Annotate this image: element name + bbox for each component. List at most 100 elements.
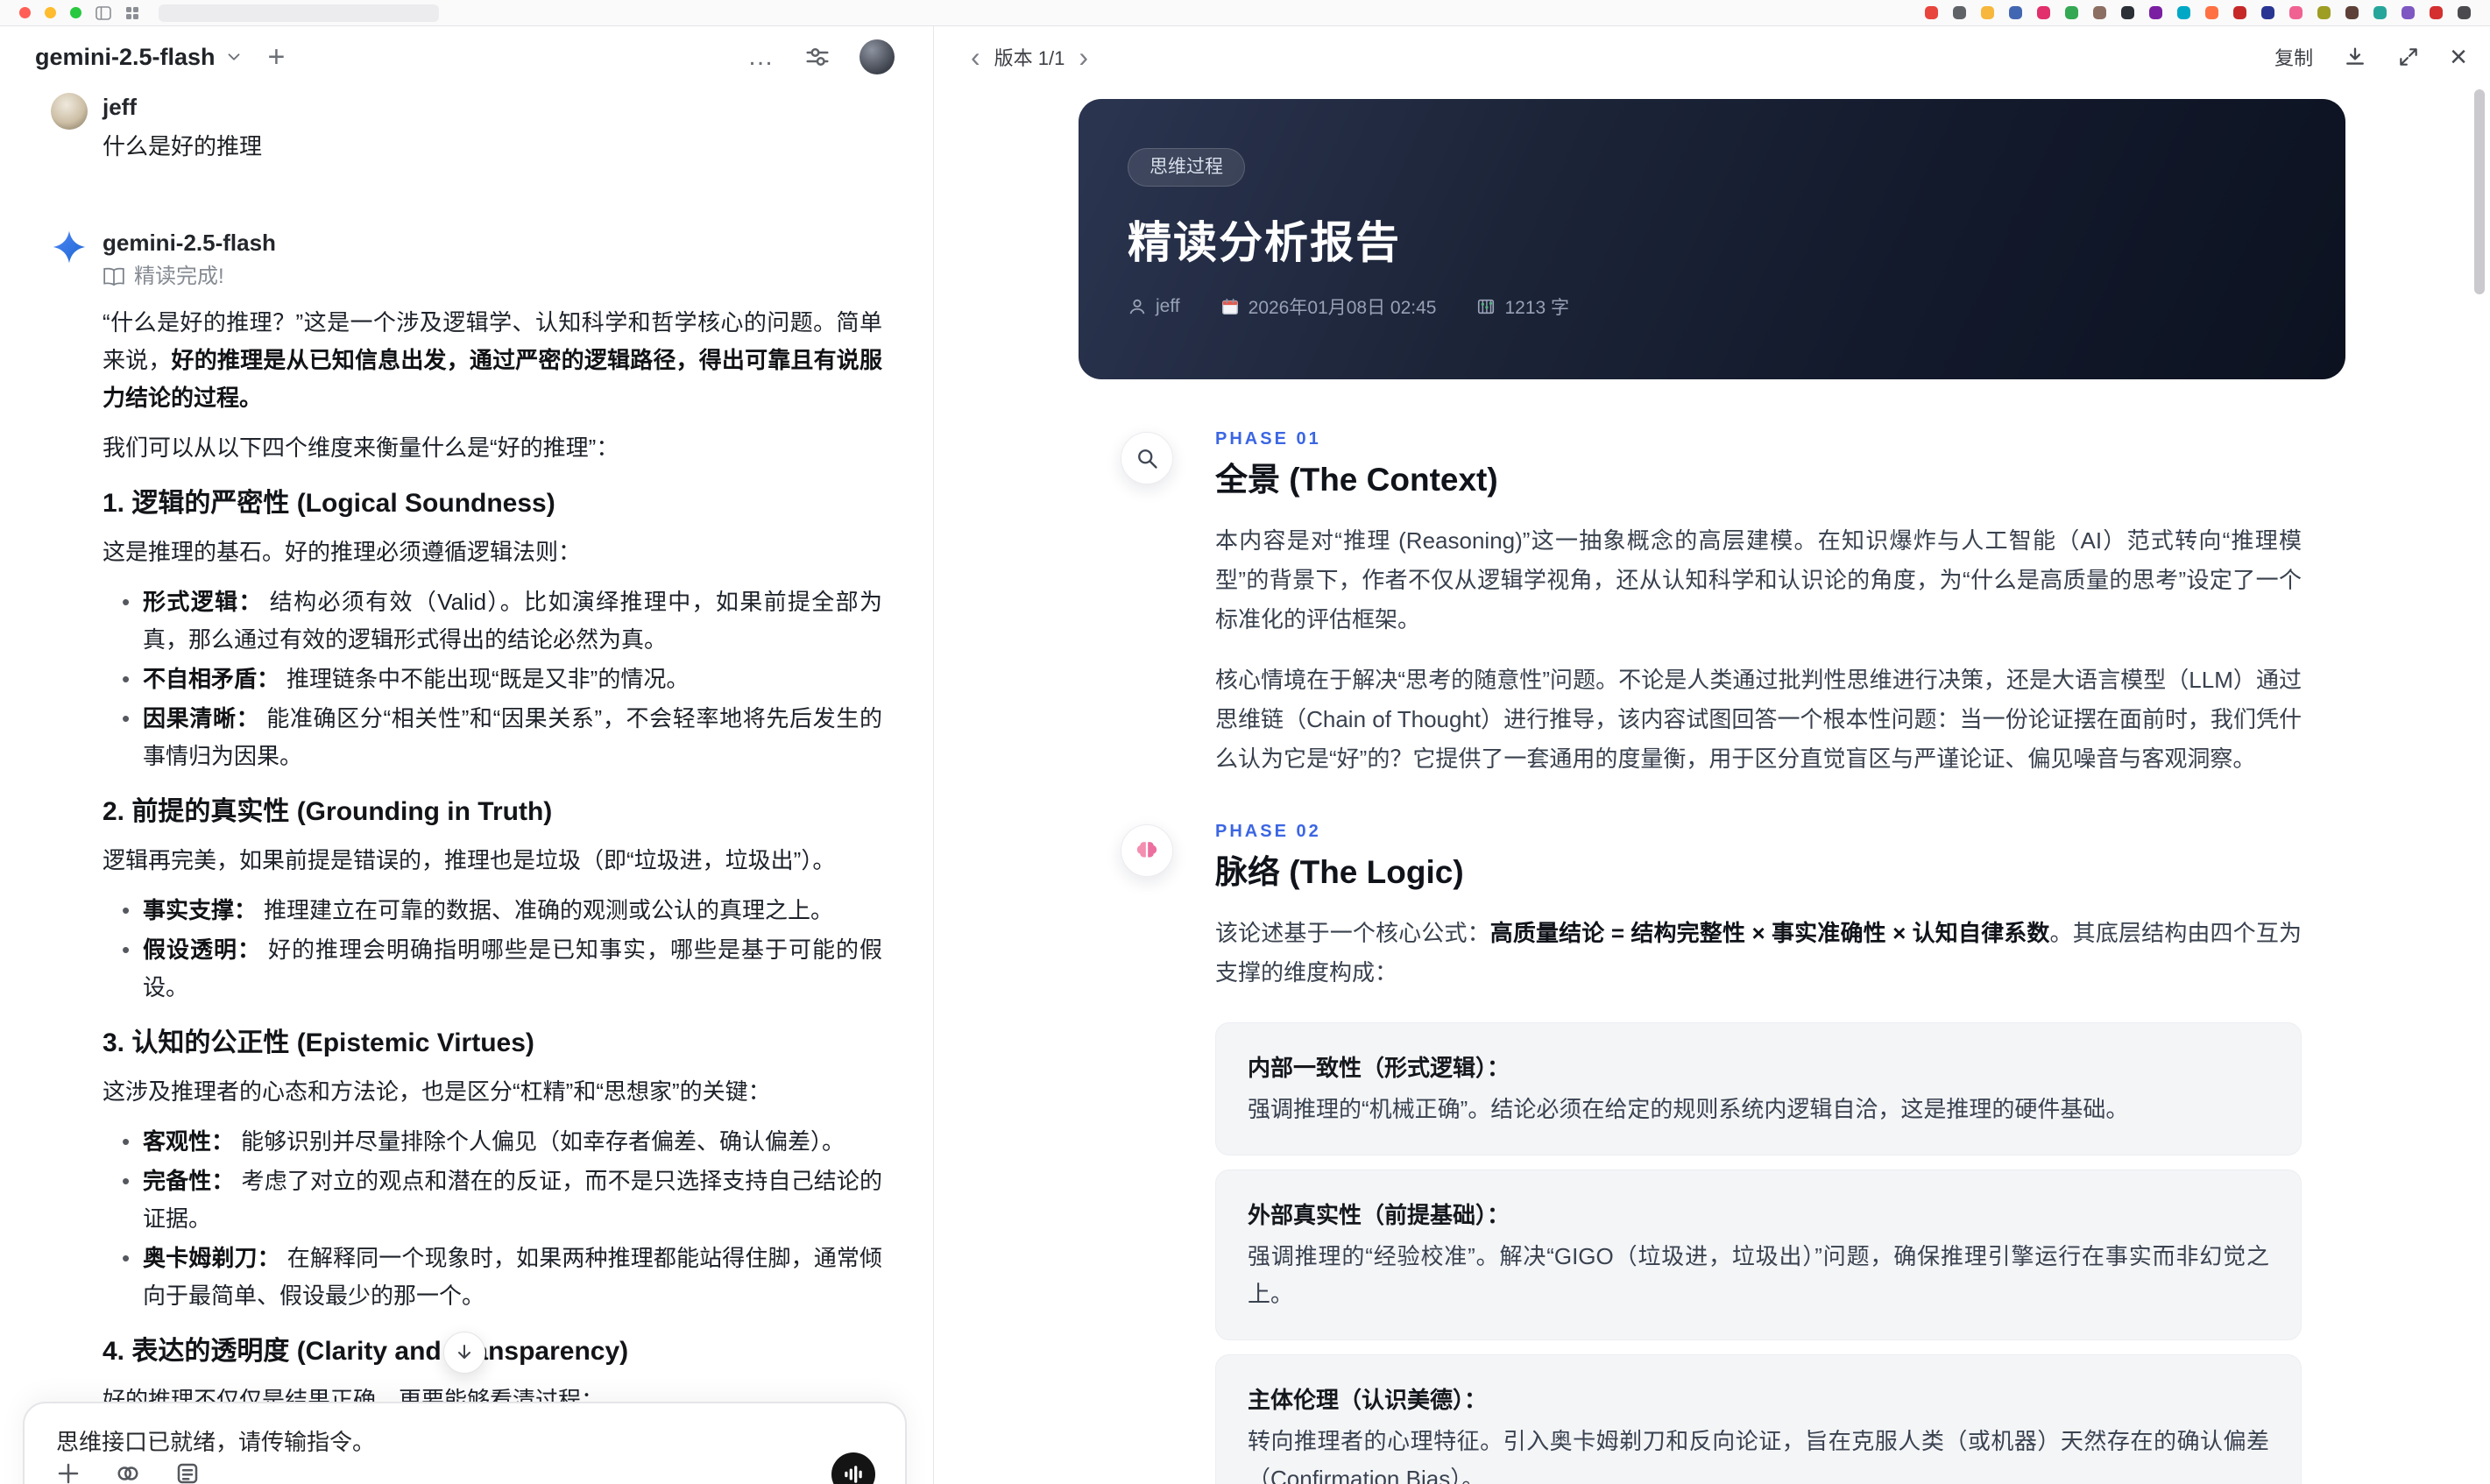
artifact-panel: ‹ 版本 1/1 › 复制 × 思维过程 精读分析报告 jeff 2026年01… [934,26,2490,1484]
close-window-button[interactable] [19,7,31,18]
plugins-button[interactable] [112,1458,144,1484]
bullet-list: 事实支撑：推理建立在可靠的数据、准确的观测或公认的真理之上。 假设透明：好的推理… [103,892,882,1007]
sidebar-toggle-icon[interactable] [95,5,111,20]
settings-sliders-button[interactable] [802,41,833,73]
meta-word-count: 1213 字 [1476,293,1569,320]
arrow-down-icon [458,1345,470,1359]
section-heading: 1. 逻辑的严密性 (Logical Soundness) [103,489,555,518]
model-name-label: gemini-2.5-flash [35,43,216,70]
extension-icon[interactable] [2009,6,2022,19]
chevron-down-icon [228,53,239,60]
chat-panel: gemini-2.5-flash + … jeff 什么是好的推理 gemini… [0,26,934,1484]
extension-icon[interactable] [1981,6,1994,19]
message-sender: gemini-2.5-flash [103,230,276,256]
book-icon [103,267,124,286]
section-intro: 这是推理的基石。好的推理必须遵循逻辑法则： [103,539,582,565]
extension-icon[interactable] [2205,6,2218,19]
phase-section-1: PHASE 01 全景 (The Context) 本内容是对“推理 (Reas… [1079,428,2345,779]
version-prev-button[interactable]: ‹ [971,43,980,71]
download-button[interactable] [2343,45,2367,69]
fullscreen-button[interactable] [2397,46,2420,68]
extension-icon[interactable] [2233,6,2246,19]
chat-messages[interactable]: jeff 什么是好的推理 gemini-2.5-flash 精读完成! “什么是… [0,88,933,1484]
attach-plus-button[interactable] [53,1458,84,1484]
extension-icon[interactable] [2065,6,2078,19]
extension-icon[interactable] [2149,6,2162,19]
user-avatar[interactable] [859,39,895,74]
section-heading: 2. 前提的真实性 (Grounding in Truth) [103,797,553,826]
phase-label: PHASE 02 [1215,822,1321,841]
search-icon [1121,432,1173,484]
extension-icon[interactable] [2121,6,2134,19]
avatar [51,93,88,130]
gemini-logo-icon [51,229,88,265]
section-intro: 这涉及推理者的心态和方法论，也是区分“杠精”和“思想家”的关键： [103,1078,771,1105]
composer-input[interactable]: 思维接口已就绪，请传输指令。 [56,1426,874,1458]
brain-icon [1121,824,1173,877]
report-title: 精读分析报告 [1128,218,1401,267]
phase-title: 脉络 (The Logic) [1215,854,1464,890]
report-meta: jeff 2026年01月08日 02:45 1213 字 [1128,293,2296,320]
plugin-knot-icon [117,1466,138,1480]
extension-icon[interactable] [2289,6,2303,19]
download-icon [2346,47,2365,65]
minimize-window-button[interactable] [45,7,56,18]
status-text: 精读完成! [134,265,224,288]
list-item: 奥卡姆剃刀：在解释同一个现象时，如果两种推理都能站得住脚，通常倾向于最简单、假设… [103,1240,882,1315]
list-item: 因果清晰：能准确区分“相关性”和“因果关系”，不会轻率地将先后发生的事情归为因果… [103,700,882,775]
section-heading: 3. 认知的公正性 (Epistemic Virtues) [103,1028,534,1057]
core-formula: 该论述基于一个核心公式：高质量结论 = 结构完整性 × 事实准确性 × 认知自律… [1215,920,2302,986]
extension-icon[interactable] [2177,6,2190,19]
phase-title: 全景 (The Context) [1215,462,1498,498]
more-options-button[interactable]: … [747,44,775,70]
list-item: 完备性：考虑了对立的观点和潜在的反证，而不是只选择支持自己结论的证据。 [103,1162,882,1238]
report-hero: 思维过程 精读分析报告 jeff 2026年01月08日 02:45 1213 … [1079,99,2345,379]
copy-button[interactable]: 复制 [2274,43,2313,71]
artifact-toolbar: ‹ 版本 1/1 › 复制 × [934,26,2490,88]
conversation-title[interactable]: gemini-2.5-flash [35,44,244,71]
plus-icon [58,1463,79,1484]
browser-tab[interactable] [159,4,439,22]
close-button[interactable]: × [2450,42,2467,72]
sliders-icon [806,48,829,66]
notes-button[interactable] [172,1458,203,1484]
extension-icon[interactable] [2345,6,2359,19]
browser-topbar [0,0,2490,26]
chat-header-actions: … [747,39,895,74]
section-intro: 逻辑再完美，如果前提是错误的，推理也是垃圾（即“垃圾进，垃圾出”）。 [103,847,836,873]
extension-icon[interactable] [1925,6,1938,19]
phase-paragraph: 本内容是对“推理 (Reasoning)”这一抽象概念的高层建模。在知识爆炸与人… [1215,527,2302,632]
extension-icon[interactable] [2402,6,2415,19]
dimension-cards: 内部一致性（形式逻辑）： 强调推理的“机械正确”。结论必须在给定的规则系统内逻辑… [1215,1022,2302,1484]
list-item: 客观性：能够识别并尽量排除个人偏见（如幸存者偏差、确认偏差）。 [103,1123,882,1161]
list-item: 不自相矛盾：推理链条中不能出现“既是又非”的情况。 [103,661,882,698]
extension-icon[interactable] [1953,6,1966,19]
dimension-card: 内部一致性（形式逻辑）： 强调推理的“机械正确”。结论必须在给定的规则系统内逻辑… [1215,1022,2302,1155]
phase-label: PHASE 01 [1215,429,1321,449]
zoom-window-button[interactable] [70,7,81,18]
phase-paragraph: 核心情境在于解决“思考的随意性”问题。不论是人类通过批判性思维进行决策，还是大语… [1215,667,2302,772]
extension-icon[interactable] [2261,6,2274,19]
scrollbar-thumb[interactable] [2474,89,2485,294]
scroll-to-bottom-button[interactable] [443,1332,485,1374]
extension-icon[interactable] [2373,6,2387,19]
version-switcher: ‹ 版本 1/1 › [971,43,1088,71]
message-text: 什么是好的推理 [103,133,263,159]
paragraph: “什么是好的推理？”这是一个涉及逻辑学、认知科学和哲学核心的问题。简单来说，好的… [103,309,882,411]
version-next-button[interactable]: › [1079,43,1088,71]
notebook-icon [177,1463,198,1484]
reading-status: 精读完成! [103,264,882,290]
dimension-card: 外部真实性（前提基础）： 强调推理的“经验校准”。解决“GIGO（垃圾进，垃圾出… [1215,1170,2302,1340]
composer-toolbar [53,1458,203,1484]
waveform-icon [845,1466,862,1483]
extension-icon[interactable] [2430,6,2443,19]
new-topic-button[interactable]: + [268,42,286,72]
phase-section-2: PHASE 02 脉络 (The Logic) 该论述基于一个核心公式：高质量结… [1079,821,2345,1484]
tab-overview-icon[interactable] [125,6,139,20]
extension-icon[interactable] [2093,6,2106,19]
extension-icon[interactable] [2317,6,2331,19]
extension-icon[interactable] [2037,6,2050,19]
extension-icon[interactable] [2458,6,2471,19]
calendar-icon [1221,298,1238,314]
assistant-markdown: “什么是好的推理？”这是一个涉及逻辑学、认知科学和哲学核心的问题。简单来说，好的… [103,304,882,1484]
